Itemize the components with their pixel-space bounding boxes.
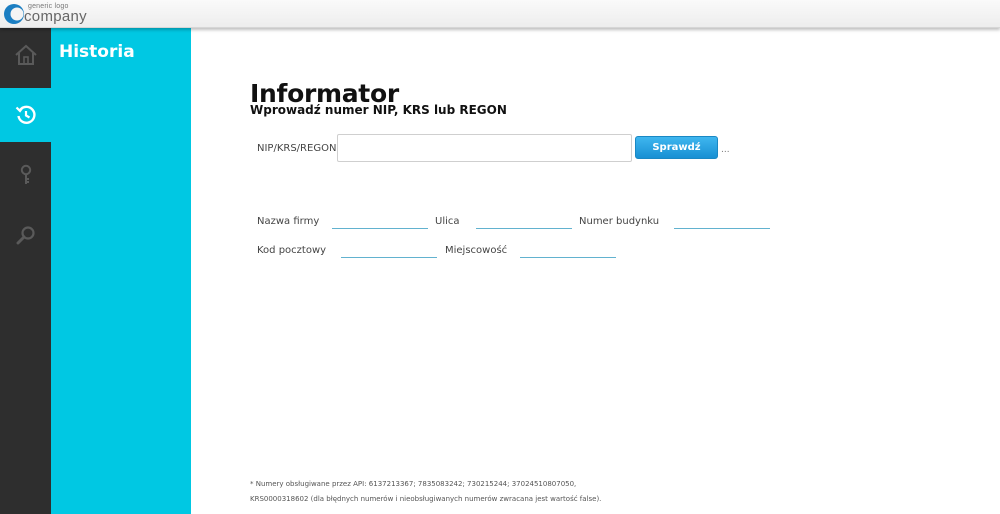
building-number-value — [674, 228, 770, 229]
top-bar: generic logo company — [0, 0, 1000, 28]
home-icon — [14, 44, 37, 65]
rail-item-search[interactable] — [0, 208, 51, 262]
city-value — [520, 257, 616, 258]
company-name-label: Nazwa firmy — [257, 216, 320, 227]
rail-item-history[interactable] — [0, 88, 51, 142]
search-icon — [16, 226, 35, 245]
company-logo[interactable]: generic logo company — [3, 2, 113, 26]
footnote-line-2: KRS0000318602 (dla błędnych numerów i ni… — [250, 495, 602, 503]
logo-mark-icon — [4, 4, 24, 24]
street-value — [476, 228, 572, 229]
query-label: NIP/KRS/REGON — [257, 143, 337, 154]
rail-item-key[interactable] — [0, 148, 51, 202]
main-content: Informator Wprowadź numer NIP, KRS lub R… — [191, 28, 1000, 514]
city-label: Miejscowość — [445, 245, 508, 256]
nip-krs-regon-input[interactable] — [337, 134, 632, 162]
rail-item-home[interactable] — [0, 28, 51, 82]
building-number-label: Numer budynku — [579, 216, 660, 227]
check-button[interactable]: Sprawdź — [635, 136, 718, 159]
footnote-line-1: * Numery obsługiwane przez API: 61372133… — [250, 480, 577, 488]
history-icon — [15, 105, 36, 124]
page-subtitle: Wprowadź numer NIP, KRS lub REGON — [250, 103, 507, 117]
logo-big-text: company — [24, 8, 87, 25]
key-icon — [20, 164, 31, 184]
ellipsis-indicator: ... — [721, 145, 730, 155]
street-label: Ulica — [435, 216, 460, 227]
history-panel: Historia — [51, 28, 191, 514]
postal-code-label: Kod pocztowy — [257, 245, 327, 256]
company-name-value — [332, 228, 428, 229]
icon-rail — [0, 28, 51, 514]
panel-title: Historia — [59, 42, 135, 62]
postal-code-value — [341, 257, 437, 258]
